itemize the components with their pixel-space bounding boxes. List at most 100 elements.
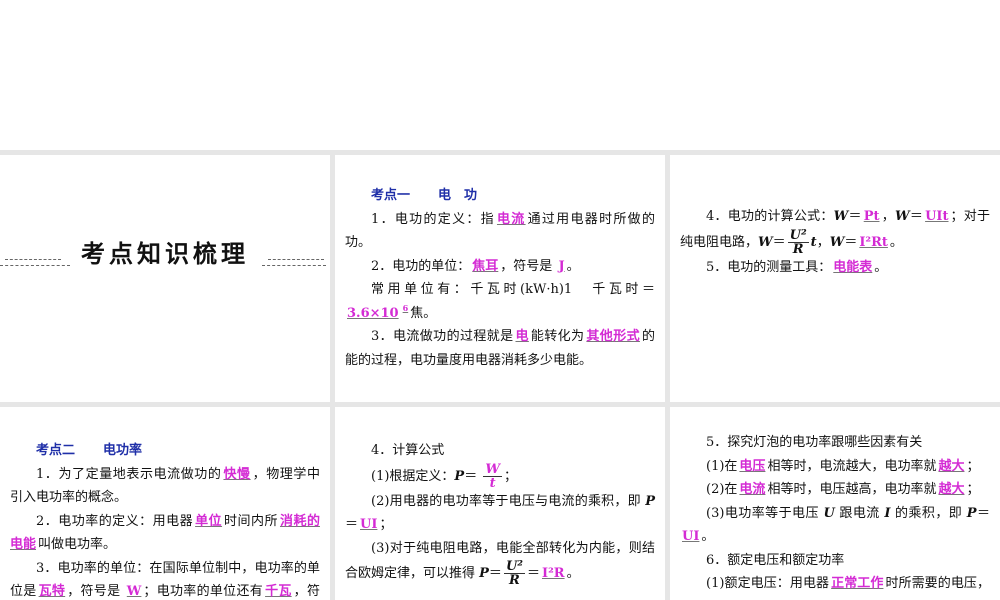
text-segment: ； [503,468,517,484]
answer-blank: W [126,584,142,599]
paragraph: 5．探究灯泡的电功率跟哪些因素有关 [680,431,990,455]
paragraph: (3)对于纯电阻电路，电能全部转化为内能，则结合欧姆定律，可以推得 P＝ U² R ＝… [345,537,655,588]
answer-blank: I²R [541,566,565,581]
text-segment: 2．电功的单位： [371,258,471,274]
math-variable: W [829,234,845,250]
panel-power-formulas: 4．计算公式 (1)根据定义：P＝ Wt； (2)用电器的电功率等于电压与电流的乘积… [335,407,665,600]
text-segment: (1)额定电压：用电器 [706,576,830,591]
paragraph: 2．电功率的定义：用电器 单位 时间内所 消耗的电能 叫做电功率。 [10,510,320,557]
text-segment: 3．电流做功的过程就是 [371,329,514,344]
text-segment: ， [816,234,830,250]
text-segment: 。 [566,566,580,581]
math-variable: P [645,493,655,509]
text-segment: 能转化为 [530,329,585,344]
text-segment: 叫做电功率。 [38,537,117,552]
text-segment: ＝ [772,234,786,250]
text-segment: 相等时，电流越大，电功率就 [767,458,937,474]
text-segment: ＝ [526,566,540,581]
text-segment: ； [966,458,980,474]
text-segment: (3)电功率等于电压 [706,505,824,521]
paragraph: (1)在 电压 相等时，电流越大，电功率就 越大； [680,455,990,479]
math-variable: P [479,566,489,581]
answer-blank: 正常工作 [831,576,884,591]
answer-blank: 单位 [195,513,223,529]
fraction-denominator: t [489,475,496,491]
text-segment: ；电功率的单位还有 [143,584,264,599]
text-segment: ＝ [909,209,924,224]
text-segment: 5．探究灯泡的电功率跟哪些因素有关 [706,435,923,450]
answer-blank: 快慢 [223,466,251,482]
paragraph: (1)额定电压：用电器正常工作时所需要的电压，叫做额定电压。 [680,572,990,600]
text-segment: 。 [701,529,715,544]
fraction: Wt [483,463,502,490]
answer-blank: 越大 [938,482,965,497]
fraction-numerator: W [483,461,502,477]
text-segment: 6．额定电压和额定功率 [706,552,845,568]
fraction: U² R [503,559,525,587]
panel-work-formulas: 4．电功的计算公式：W＝ Pt ，W＝ UIt ；对于纯电阻电路，W＝ U² Rt，W＝ I²… [670,155,1000,402]
paragraph: 1．为了定量地表示电流做功的 快慢 ，物理学中引入电功率的概念。 [10,463,320,510]
answer-blank: 电流 [739,482,766,497]
text-segment: 4．计算公式 [371,443,445,458]
paragraph: 2．电功的单位： 焦耳 ，符号是 J。 [345,255,655,279]
paragraph: (3)电功率等于电压 U 跟电流 I 的乘积，即 P＝UI。 [680,502,990,549]
answer-blank: 电 [515,329,529,344]
paragraph: (2)在 电流 相等时，电压越高，电功率就 越大； [680,478,990,502]
text-segment: ＝ [488,566,502,581]
answer-blank: UI [360,517,378,532]
text-segment: 5．电功的测量工具： [706,259,832,275]
answer-blank: 瓦特 [38,584,66,599]
text-segment: 2．电功率的定义：用电器 [36,513,194,529]
text-segment: 。 [566,258,580,274]
section-heading: 考点一 电 功 [345,184,655,208]
text-segment: 1．电功的定义：指 [371,211,495,227]
text-segment: 相等时，电压越高，电功率就 [767,482,937,497]
text-segment: 跟电流 [834,505,885,521]
fraction-numerator: U² [503,559,525,574]
paragraph: 6．额定电压和额定功率 [680,549,990,573]
text-segment: 的乘积，即 [890,505,967,521]
answer-blank: UIt [925,209,949,224]
math-variable: W [758,234,773,250]
text-segment: ＝ [844,234,858,250]
math-variable: W [894,209,910,224]
math-variable: P [966,505,977,521]
section-title: 考点知识梳理 [81,240,249,268]
text-segment: ＝ [976,505,990,521]
text-segment: ＝ [848,209,862,224]
text-segment: ，符号是 [500,258,557,274]
answer-blank: 电压 [739,458,766,474]
divider-right [262,265,326,266]
answer-blank: 电流 [496,211,526,227]
paragraph: 1．电功的定义：指 电流 通过用电器时所做的功。 [345,208,655,255]
text-segment: ； [966,482,980,497]
answer-blank: 电能表 [833,259,873,275]
heading-label: 考点二 [36,443,76,458]
fraction-numerator: U² [787,227,809,243]
heading-topic: 电 功 [438,188,478,203]
text-segment: ， [881,209,895,224]
fraction-denominator: R [792,241,804,257]
divider-right [268,259,324,260]
paragraph: 5．电功的测量工具： 电能表。 [680,256,990,280]
answer-blank: 焦耳 [472,258,499,274]
math-variable: U [823,505,835,521]
paragraph: 4．电功的计算公式：W＝ Pt ，W＝ UIt ；对于纯电阻电路，W＝ U² Rt，W＝ I²… [680,205,990,256]
answer-blank: 千瓦 [265,584,292,599]
panel-electric-power: 考点二 电功率 1．为了定量地表示电流做功的 快慢 ，物理学中引入电功率的概念。 2．电功… [0,407,330,600]
math-variable: W [833,209,849,224]
blank-header-area [0,0,1000,150]
answer-blank: 越大 [938,458,965,474]
text-segment: ＝ [345,517,359,532]
paragraph: 3．电功率的单位：在国际单位制中，电功率的单位是 瓦特 ，符号是 W ；电功率的单位还… [10,557,320,600]
text-segment: (2)用电器的电功率等于电压与电流的乘积，即 [371,493,646,509]
panel-electric-work: 考点一电 功 1．电功的定义：指 电流 通过用电器时所做的功。 2．电功的单位： 焦耳 ，符… [335,155,665,402]
text-segment: 时间内所 [224,513,278,529]
answer-blank: 其他形式 [586,329,640,344]
text-segment: (2)在 [706,482,738,497]
answer-blank: I²Rt [859,234,888,250]
paragraph: 常用单位有：千瓦时(kW·h)1 千瓦时＝ 3.6×10 6 焦。 [345,278,655,325]
answer-blank: J [558,258,565,274]
answer-blank: 3.6×10 [347,305,399,321]
text-segment: ＝ [464,468,482,484]
